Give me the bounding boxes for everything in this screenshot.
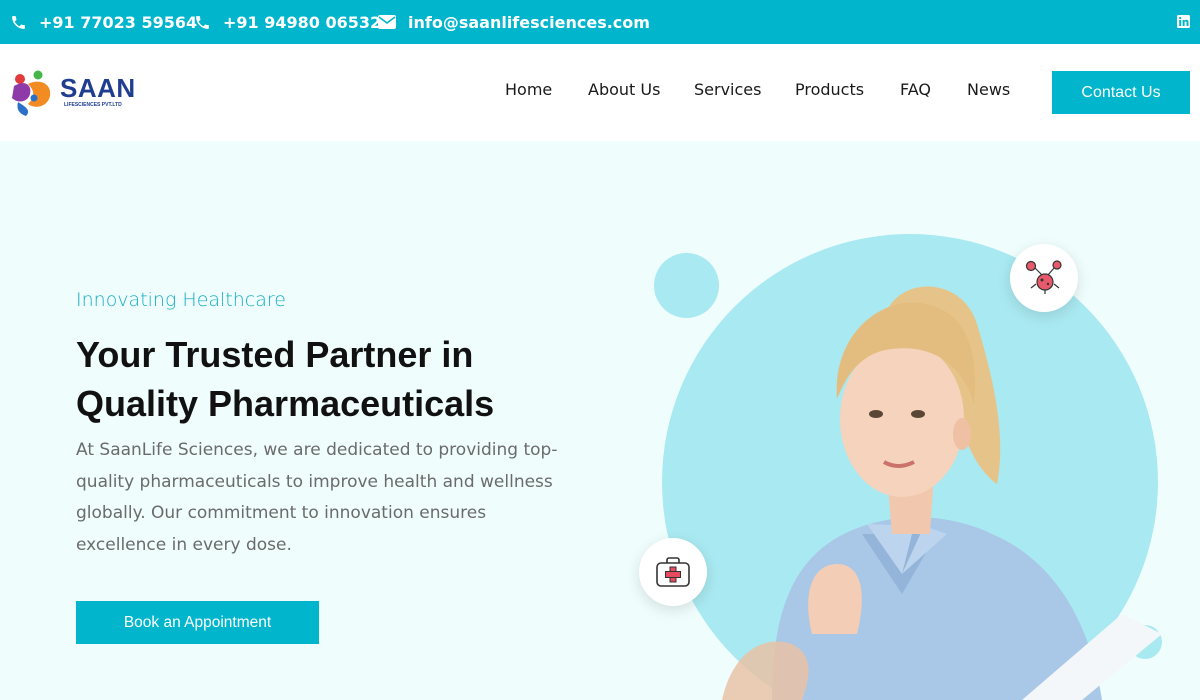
phone-icon	[12, 15, 25, 29]
phone-text-2: +91 94980 06532	[223, 12, 382, 32]
virus-badge	[1010, 244, 1078, 312]
linkedin-icon[interactable]	[1177, 15, 1190, 28]
phone-icon	[196, 15, 209, 29]
logo-subtitle: LIFESCIENCES PVT.LTD	[64, 102, 122, 108]
nav-products[interactable]: Products	[795, 80, 864, 99]
email-link[interactable]: info@saanlifesciences.com	[378, 0, 650, 44]
envelope-icon	[378, 15, 396, 29]
first-aid-kit-icon	[656, 557, 690, 587]
phone-link-2[interactable]: +91 94980 06532	[194, 0, 381, 44]
book-appointment-button[interactable]: Book an Appointment	[76, 601, 319, 644]
contact-us-button[interactable]: Contact Us	[1052, 71, 1190, 114]
nav-home[interactable]: Home	[505, 80, 552, 99]
nav-services[interactable]: Services	[694, 80, 761, 99]
phone-link-1[interactable]: +91 77023 59564	[10, 0, 197, 44]
virus-icon	[1025, 260, 1062, 294]
nav-faq[interactable]: FAQ	[900, 80, 931, 99]
nav-about-us[interactable]: About Us	[588, 80, 660, 99]
phone-text-1: +91 77023 59564	[39, 12, 198, 32]
hero-tagline: Innovating Healthcare	[76, 289, 286, 311]
doctor-photo	[722, 286, 1162, 700]
hero-section: Innovating Healthcare Your Trusted Partn…	[0, 141, 1200, 700]
logo-mark-icon	[12, 70, 51, 116]
first-aid-badge	[639, 538, 707, 606]
hero-headline: Your Trusted Partner in Quality Pharmace…	[76, 334, 495, 424]
email-text: info@saanlifesciences.com	[408, 12, 650, 32]
top-contact-bar: +91 77023 59564 +91 94980 06532 info@saa…	[0, 0, 1200, 44]
nav-news[interactable]: News	[967, 80, 1010, 99]
saan-logo[interactable]: SAAN LIFESCIENCES PVT.LTD	[10, 70, 150, 120]
site-header: SAAN LIFESCIENCES PVT.LTD Home About Us …	[0, 44, 1200, 141]
hero-description: At SaanLife Sciences, we are dedicated t…	[76, 440, 558, 555]
logo-wordmark: SAAN	[60, 73, 136, 103]
